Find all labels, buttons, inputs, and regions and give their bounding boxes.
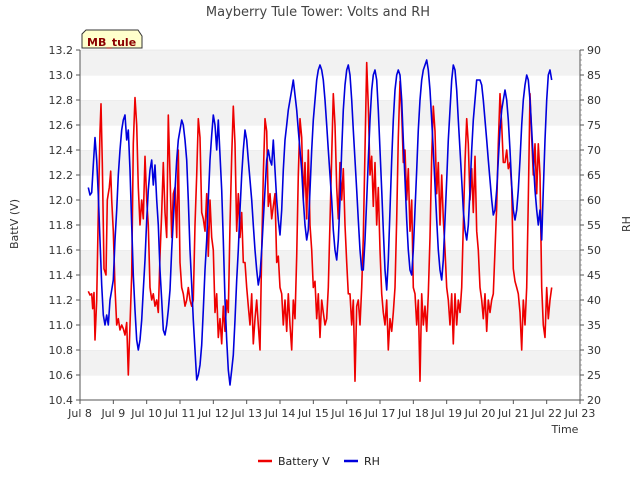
x-tick-label: Jul 9 <box>100 407 125 420</box>
y-tick-label-left: 11.2 <box>49 294 74 307</box>
grid-band <box>80 325 580 350</box>
y-tick-label-left: 11.0 <box>49 319 74 332</box>
y-tick-label-right: 65 <box>587 169 601 182</box>
legend-label-rh: RH <box>364 455 380 468</box>
y-tick-label-right: 30 <box>587 344 601 357</box>
y-tick-label-left: 13.0 <box>49 69 74 82</box>
y-tick-label-right: 60 <box>587 194 601 207</box>
x-tick-label: Jul 22 <box>530 407 562 420</box>
y-tick-label-right: 40 <box>587 294 601 307</box>
y-tick-label-left: 12.4 <box>49 144 74 157</box>
y-tick-label-right: 25 <box>587 369 601 382</box>
y-tick-label-right: 90 <box>587 44 601 57</box>
grid-band <box>80 75 580 100</box>
x-tick-label: Jul 13 <box>230 407 262 420</box>
x-tick-label: Jul 20 <box>464 407 496 420</box>
x-tick-label: Jul 18 <box>397 407 429 420</box>
y-tick-label-left: 12.8 <box>49 94 74 107</box>
y-tick-label-right: 35 <box>587 319 601 332</box>
x-tick-label: Jul 12 <box>197 407 229 420</box>
x-tick-label: Jul 21 <box>497 407 529 420</box>
y-axis-right-label: RH <box>620 216 633 232</box>
y-tick-label-right: 55 <box>587 219 601 232</box>
grid-band <box>80 275 580 300</box>
y-tick-label-left: 10.6 <box>49 369 74 382</box>
y-tick-label-left: 10.8 <box>49 344 74 357</box>
chart-title: Mayberry Tule Tower: Volts and RH <box>206 5 430 20</box>
y-tick-label-left: 12.2 <box>49 169 74 182</box>
y-tick-label-left: 13.2 <box>49 44 74 57</box>
badge: MB_tule <box>81 29 143 49</box>
x-tick-label: Jul 23 <box>564 407 596 420</box>
grid-band <box>80 50 580 75</box>
chart: Mayberry Tule Tower: Volts and RH Jul 8J… <box>8 5 633 468</box>
y-tick-label-right: 45 <box>587 269 601 282</box>
y-tick-label-left: 11.8 <box>49 219 74 232</box>
y-tick-label-right: 75 <box>587 119 601 132</box>
y-axis-left-label: BattV (V) <box>8 199 21 249</box>
y-tick-label-right: 85 <box>587 69 601 82</box>
x-tick-label: Jul 16 <box>330 407 362 420</box>
y-tick-label-right: 20 <box>587 394 601 407</box>
x-axis-label: Time <box>551 423 579 436</box>
y-tick-label-right: 80 <box>587 94 601 107</box>
x-tick-label: Jul 10 <box>130 407 162 420</box>
x-tick-label: Jul 11 <box>164 407 196 420</box>
grid-band <box>80 375 580 400</box>
x-tick-label: Jul 19 <box>430 407 462 420</box>
y-tick-label-left: 12.6 <box>49 119 74 132</box>
x-axis: Jul 8 Jul 9 Jul 10 Jul 11 Jul 12 Jul 13 Jul 14… <box>67 399 596 420</box>
grid-band <box>80 100 580 125</box>
grid-band <box>80 125 580 150</box>
y-tick-label-left: 10.4 <box>49 394 74 407</box>
x-tick-label: Jul 14 <box>264 407 296 420</box>
y-tick-label-left: 12.0 <box>49 194 74 207</box>
y-tick-label-right: 70 <box>587 144 601 157</box>
y-axis-right: 20 25 30 35 40 45 50 55 60 65 70 75 80 85 90 <box>579 44 601 407</box>
y-tick-label-left: 11.6 <box>49 244 74 257</box>
legend: Battery V RH <box>258 455 380 468</box>
x-tick-label: Jul 15 <box>297 407 329 420</box>
grid-band <box>80 250 580 275</box>
legend-label-battery-v: Battery V <box>278 455 330 468</box>
x-tick-label: Jul 8 <box>67 407 92 420</box>
x-tick-label: Jul 17 <box>364 407 396 420</box>
y-tick-label-right: 50 <box>587 244 601 257</box>
y-axis-left: 10.4 10.6 10.8 11.0 11.2 11.4 11.6 11.8 12.0 12.2… <box>49 44 81 407</box>
grid-band <box>80 350 580 375</box>
y-tick-label-left: 11.4 <box>49 269 74 282</box>
badge-label: MB_tule <box>87 36 136 49</box>
